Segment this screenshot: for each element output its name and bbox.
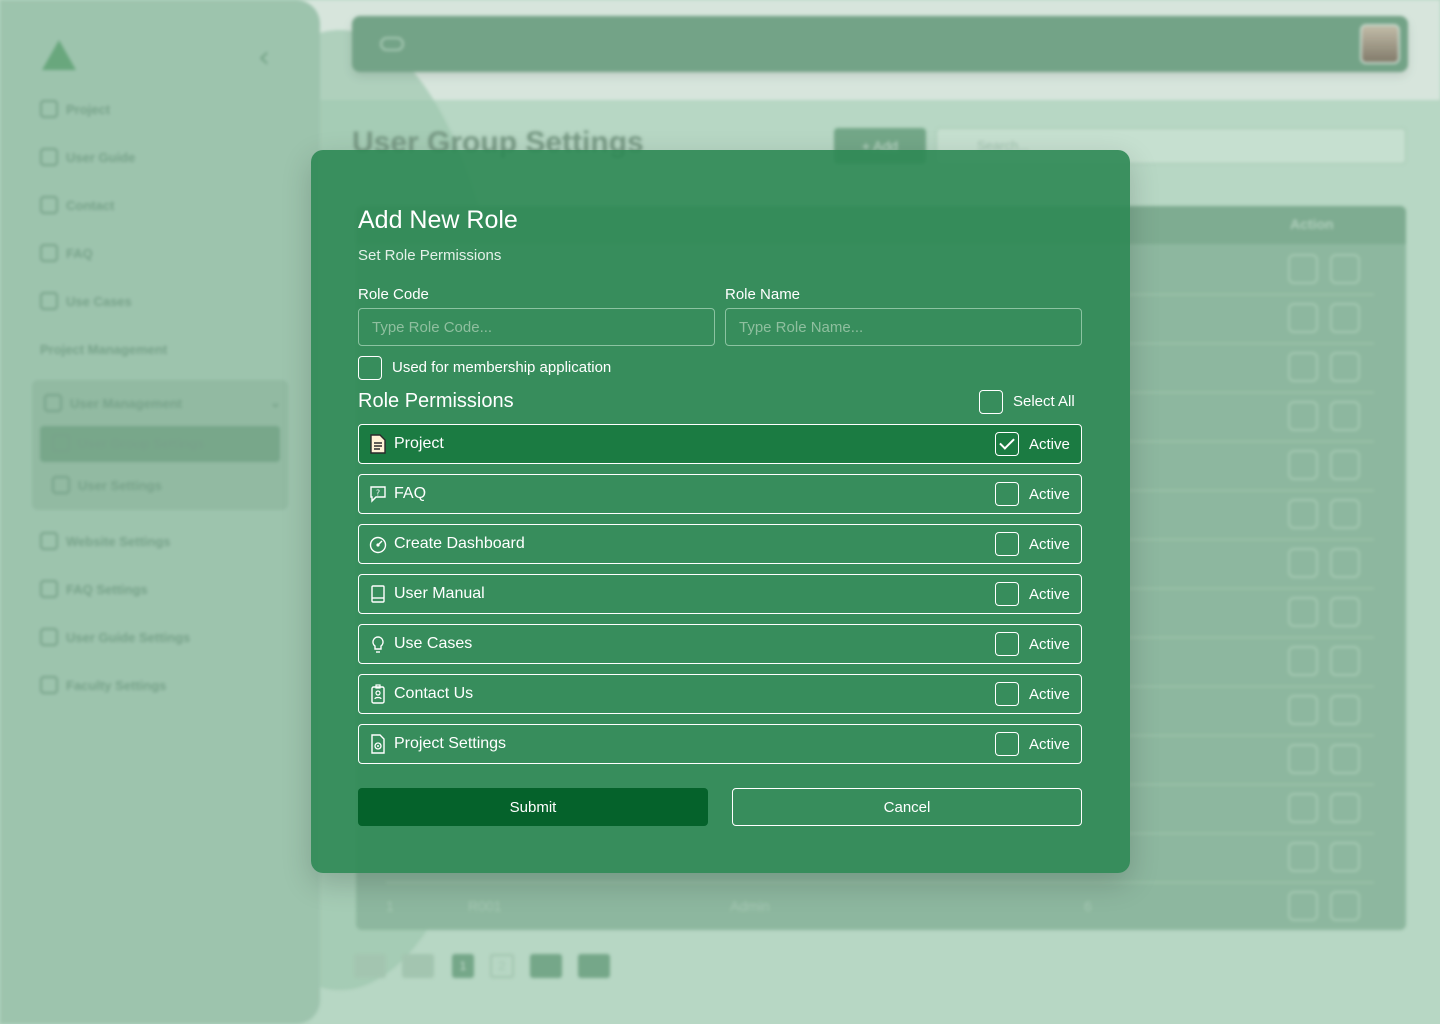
permission-row-create-dashboard[interactable]: Create Dashboard Active: [358, 524, 1082, 564]
permission-label: FAQ: [394, 485, 427, 502]
permission-status: Active: [1029, 686, 1070, 703]
permission-status: Active: [1029, 536, 1070, 553]
permission-row-use-cases[interactable]: Use Cases Active: [358, 624, 1082, 664]
settings-document-icon: [371, 734, 385, 754]
permission-status: Active: [1029, 486, 1070, 503]
role-code-label: Role Code: [358, 286, 429, 303]
chat-question-icon: ?: [370, 486, 386, 503]
permission-status: Active: [1029, 736, 1070, 753]
permission-status: Active: [1029, 636, 1070, 653]
role-permissions-title: Role Permissions: [358, 390, 514, 412]
lightbulb-icon: [372, 636, 384, 653]
permission-row-contact-us[interactable]: Contact Us Active: [358, 674, 1082, 714]
permission-checkbox[interactable]: [995, 432, 1019, 456]
permission-status: Active: [1029, 586, 1070, 603]
contact-badge-icon: [371, 684, 385, 704]
add-role-modal: Add New Role Set Role Permissions Role C…: [311, 150, 1130, 873]
select-all-checkbox[interactable]: [979, 390, 1003, 414]
dashboard-gauge-icon: [369, 536, 387, 554]
role-code-input[interactable]: [358, 308, 715, 346]
role-name-input[interactable]: [725, 308, 1082, 346]
svg-text:?: ?: [376, 489, 380, 498]
permission-label: Project: [394, 435, 444, 452]
permission-label: Contact Us: [394, 685, 474, 702]
permission-checkbox[interactable]: [995, 632, 1019, 656]
permission-row-project-settings[interactable]: Project Settings Active: [358, 724, 1082, 764]
permission-checkbox[interactable]: [995, 732, 1019, 756]
document-icon: [370, 434, 386, 454]
permission-row-faq[interactable]: ? FAQ Active: [358, 474, 1082, 514]
book-icon: [371, 585, 385, 603]
permission-row-project[interactable]: Project Active: [358, 424, 1082, 464]
permission-checkbox[interactable]: [995, 482, 1019, 506]
modal-subtitle: Set Role Permissions: [358, 247, 502, 264]
cancel-button[interactable]: Cancel: [732, 788, 1082, 826]
permission-checkbox[interactable]: [995, 682, 1019, 706]
permission-status: Active: [1029, 436, 1070, 453]
permission-label: User Manual: [394, 585, 485, 602]
submit-button[interactable]: Submit: [358, 788, 708, 826]
modal-title: Add New Role: [358, 206, 518, 234]
permission-checkbox[interactable]: [995, 532, 1019, 556]
permission-checkbox[interactable]: [995, 582, 1019, 606]
permission-row-user-manual[interactable]: User Manual Active: [358, 574, 1082, 614]
permission-label: Create Dashboard: [394, 535, 525, 552]
permission-label: Project Settings: [394, 735, 507, 752]
select-all-label: Select All: [1013, 393, 1075, 410]
membership-label: Used for membership application: [392, 359, 612, 376]
permission-label: Use Cases: [394, 635, 473, 652]
role-name-label: Role Name: [725, 286, 801, 303]
membership-checkbox[interactable]: [358, 356, 382, 380]
